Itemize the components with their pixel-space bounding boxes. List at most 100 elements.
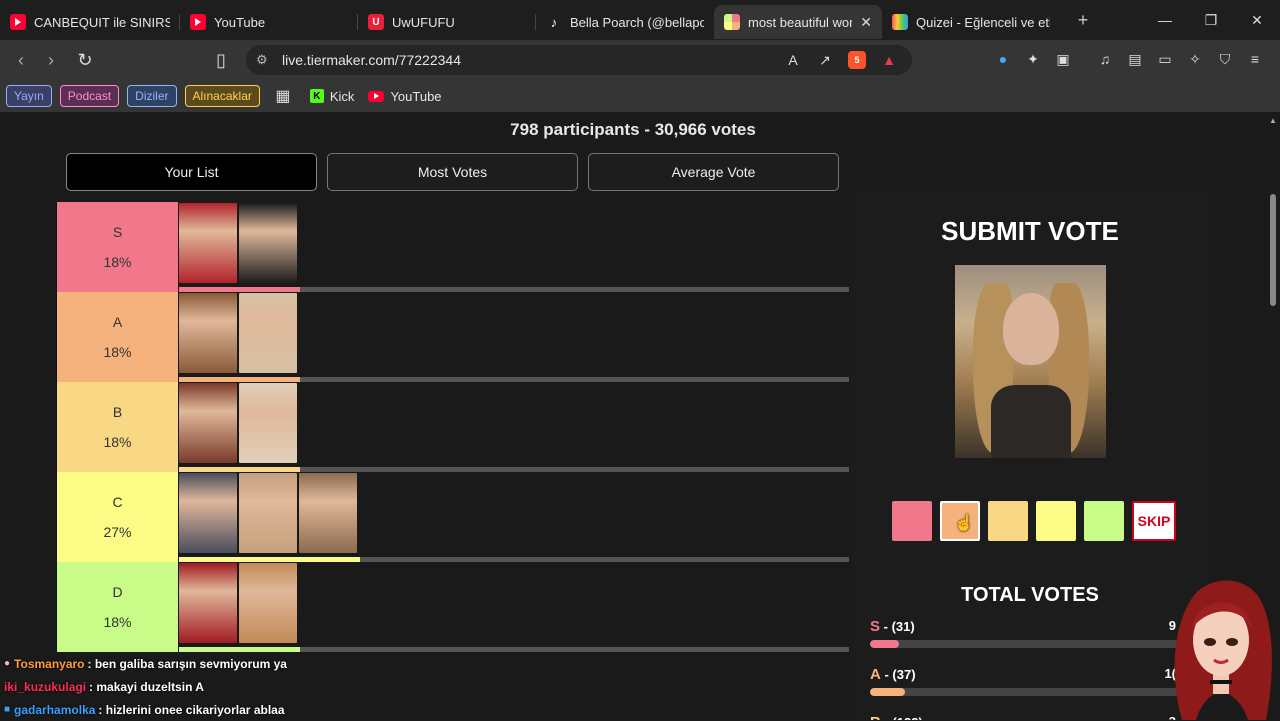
cat-badge-icon: ● [4, 658, 11, 669]
brave-rewards-icon[interactable]: ▲ [880, 51, 898, 69]
vote-count: (31) [891, 619, 915, 634]
brave-shields-icon[interactable]: 5 [848, 51, 866, 69]
bookmarks-bar: Yayın Podcast Diziler Alınacaklar ▦ K Ki… [0, 80, 1280, 112]
tab-tiermaker[interactable]: most beautiful wom ✕ [714, 5, 882, 39]
tier-item-image[interactable] [239, 473, 297, 553]
tier-item-image[interactable] [239, 203, 297, 283]
vote-tier-letter: A [870, 666, 881, 683]
vote-tier-letter: B [870, 714, 881, 720]
close-window-icon[interactable]: ✕ [1234, 0, 1280, 40]
tier-item-image[interactable] [299, 473, 357, 553]
tier-row-s: S 18% [57, 202, 849, 292]
tab-label: most beautiful wom [748, 14, 853, 30]
apps-grid-icon[interactable]: ▦ [274, 87, 292, 105]
tab-label: Quizei - Eğlenceli ve etk [916, 14, 1050, 30]
scrollbar-thumb[interactable] [1270, 194, 1276, 306]
vote-a-button[interactable]: ☝ [940, 501, 980, 541]
cube-badge-icon: ■ [4, 704, 11, 715]
tier-list: S 18% A 18% B 18% C 27% D 18% [56, 202, 849, 652]
extensions-icon[interactable]: ✦ [1024, 50, 1042, 68]
youtube-icon [10, 14, 26, 30]
chat-username: Tosmanyaro [14, 656, 85, 671]
tier-letter: A [112, 314, 123, 330]
tab-label: UwUFUFU [392, 14, 455, 30]
tier-item-image[interactable] [179, 293, 237, 373]
tier-items [179, 563, 297, 643]
restore-icon[interactable]: ❐ [1188, 0, 1234, 40]
tier-letter: C [112, 494, 123, 510]
streamer-avatar [1174, 580, 1272, 720]
tab-youtube[interactable]: YouTube [180, 5, 358, 39]
scroll-up-icon[interactable]: ▲ [1269, 116, 1277, 125]
tab-uwufufu[interactable]: U UwUFUFU [358, 5, 536, 39]
tier-items [179, 293, 297, 373]
translate-icon[interactable]: A [784, 51, 802, 69]
tier-items [179, 203, 297, 283]
vote-count: (37) [892, 667, 916, 682]
tier-percent: 18% [103, 434, 132, 450]
tier-item-image[interactable] [239, 383, 297, 463]
total-votes-row-b: B - (122)3 [870, 714, 1200, 720]
chat-username: iki_kuzukulagi [4, 679, 87, 694]
tier-letter: B [112, 404, 123, 420]
new-tab-button[interactable]: + [1068, 10, 1098, 31]
tab-your-list[interactable]: Your List [66, 153, 317, 191]
tier-item-image[interactable] [179, 203, 237, 283]
chat-message: iki_kuzukulagi: makayi duzeltsin A [0, 675, 700, 698]
wallet-icon[interactable]: ▭ [1156, 50, 1174, 68]
reload-icon[interactable]: ↻ [70, 45, 100, 75]
tier-item-image[interactable] [179, 563, 237, 643]
tier-label: B 18% [57, 382, 178, 472]
bookmark-diziler[interactable]: Diziler [127, 85, 177, 107]
tab-most-votes[interactable]: Most Votes [327, 153, 578, 191]
leo-ai-icon[interactable]: ✧ [1186, 50, 1204, 68]
chat-text: : hizlerini onee cikariyorlar ablaa [98, 702, 285, 717]
youtube-icon [368, 90, 385, 102]
bookmark-yayin[interactable]: Yayın [6, 85, 52, 107]
skip-button[interactable]: SKIP [1132, 501, 1176, 541]
bookmark-kick[interactable]: K Kick [309, 89, 354, 104]
bookmark-podcast[interactable]: Podcast [59, 85, 120, 107]
tab-canbequit[interactable]: CANBEQUIT ile SINIRSIZ [0, 5, 180, 39]
tier-row-c: C 27% [57, 472, 849, 562]
screenshot-icon[interactable]: ▣ [1054, 50, 1072, 68]
tier-percent: 18% [103, 614, 132, 630]
tab-bella-poarch[interactable]: ♪ Bella Poarch (@bellapoa [536, 5, 714, 39]
youtube-icon [190, 14, 206, 30]
menu-icon[interactable]: ≡ [1246, 50, 1264, 68]
tier-percent: 27% [103, 524, 132, 540]
sidebar-icon[interactable]: ▤ [1126, 50, 1144, 68]
tab-average-vote[interactable]: Average Vote [588, 153, 839, 191]
page-content: 798 participants - 30,966 votes Your Lis… [0, 112, 1280, 720]
back-icon[interactable]: ‹ [6, 45, 36, 75]
total-votes-row-a: A - (37) 1( [870, 666, 1176, 683]
vote-b-button[interactable] [988, 501, 1028, 541]
url-box[interactable]: ⚙ live.tiermaker.com/77222344 A ↗ 5 ▲ [246, 45, 912, 75]
total-votes-bar [870, 688, 1190, 696]
forward-icon[interactable]: › [36, 45, 66, 75]
quizei-icon [892, 14, 908, 30]
tier-item-image[interactable] [239, 293, 297, 373]
site-settings-icon[interactable]: ⚙ [256, 52, 268, 68]
tier-item-image[interactable] [179, 383, 237, 463]
tab-quizei[interactable]: Quizei - Eğlenceli ve etk [882, 5, 1060, 39]
tier-label: S 18% [57, 202, 178, 292]
bookmark-icon[interactable]: ▯ [206, 45, 236, 75]
close-tab-icon[interactable]: ✕ [852, 14, 872, 31]
tier-item-image[interactable] [239, 563, 297, 643]
stream-chat-overlay: ● Tosmanyaro: ben galiba sarışın sevmiyor… [0, 652, 700, 721]
minimize-icon[interactable]: — [1142, 0, 1188, 40]
vote-s-button[interactable] [892, 501, 932, 541]
extension-blue-icon[interactable]: ● [994, 50, 1012, 68]
tier-percent: 18% [103, 254, 132, 270]
kick-icon: K [309, 89, 324, 103]
music-icon[interactable]: ♫ [1096, 50, 1114, 68]
vpn-icon[interactable]: ⛉ [1216, 50, 1234, 68]
bookmark-alinacaklar[interactable]: Alınacaklar [184, 85, 260, 107]
share-icon[interactable]: ↗ [816, 51, 834, 69]
bookmark-youtube[interactable]: YouTube [368, 89, 442, 104]
tier-item-image[interactable] [179, 473, 237, 553]
participants-votes-summary: 798 participants - 30,966 votes [510, 120, 756, 139]
vote-d-button[interactable] [1084, 501, 1124, 541]
vote-c-button[interactable] [1036, 501, 1076, 541]
